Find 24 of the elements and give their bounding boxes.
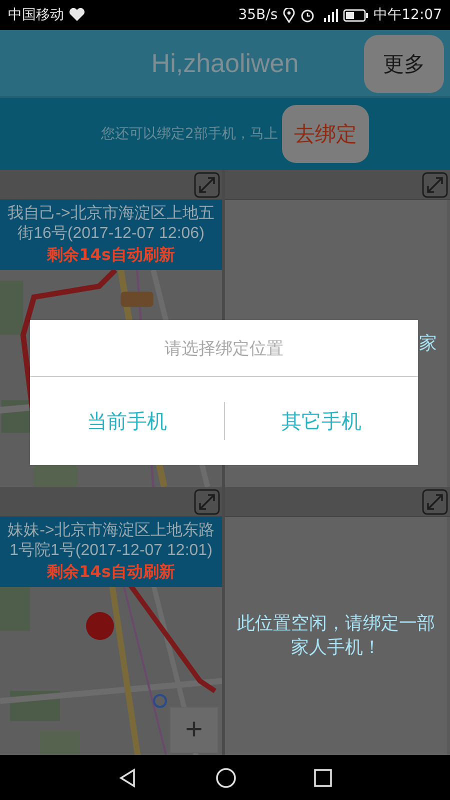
expand-icon[interactable]: [194, 172, 220, 198]
expand-icon[interactable]: [422, 488, 448, 514]
carrier-name: 中国移动: [8, 6, 64, 24]
location-text: 妹妹->北京市海淀区上地东路1号院1号(2017-12-07 12:01): [6, 521, 216, 561]
bind-hint: 您还可以绑定2部手机，马上: [101, 125, 278, 143]
network-speed: 35B/s: [238, 7, 278, 23]
more-button[interactable]: 更多: [364, 35, 444, 93]
expand-icon[interactable]: [194, 488, 220, 514]
clock-time: 中午12:07: [374, 6, 442, 24]
empty-slot-message: 此位置空闲，请绑定一部家人手机！: [236, 612, 436, 660]
expand-icon[interactable]: [422, 172, 448, 198]
refresh-countdown: 剩余14s自动刷新: [47, 561, 175, 583]
refresh-countdown: 剩余14s自动刷新: [47, 244, 175, 266]
alarm-icon: [300, 8, 315, 22]
home-icon[interactable]: [214, 766, 237, 788]
heart-icon: [69, 8, 85, 22]
bind-button[interactable]: 去绑定: [282, 105, 369, 163]
location-text: 我自己->北京市海淀区上地五街16号(2017-12-07 12:06): [6, 204, 216, 244]
battery-icon: [342, 8, 369, 22]
recents-icon[interactable]: [314, 768, 332, 786]
zoom-in-button[interactable]: +: [170, 707, 218, 753]
greeting-title: Hi,zhaoliwen: [151, 48, 299, 78]
empty-slot-message: 家: [419, 332, 437, 356]
location-icon: [282, 8, 295, 22]
